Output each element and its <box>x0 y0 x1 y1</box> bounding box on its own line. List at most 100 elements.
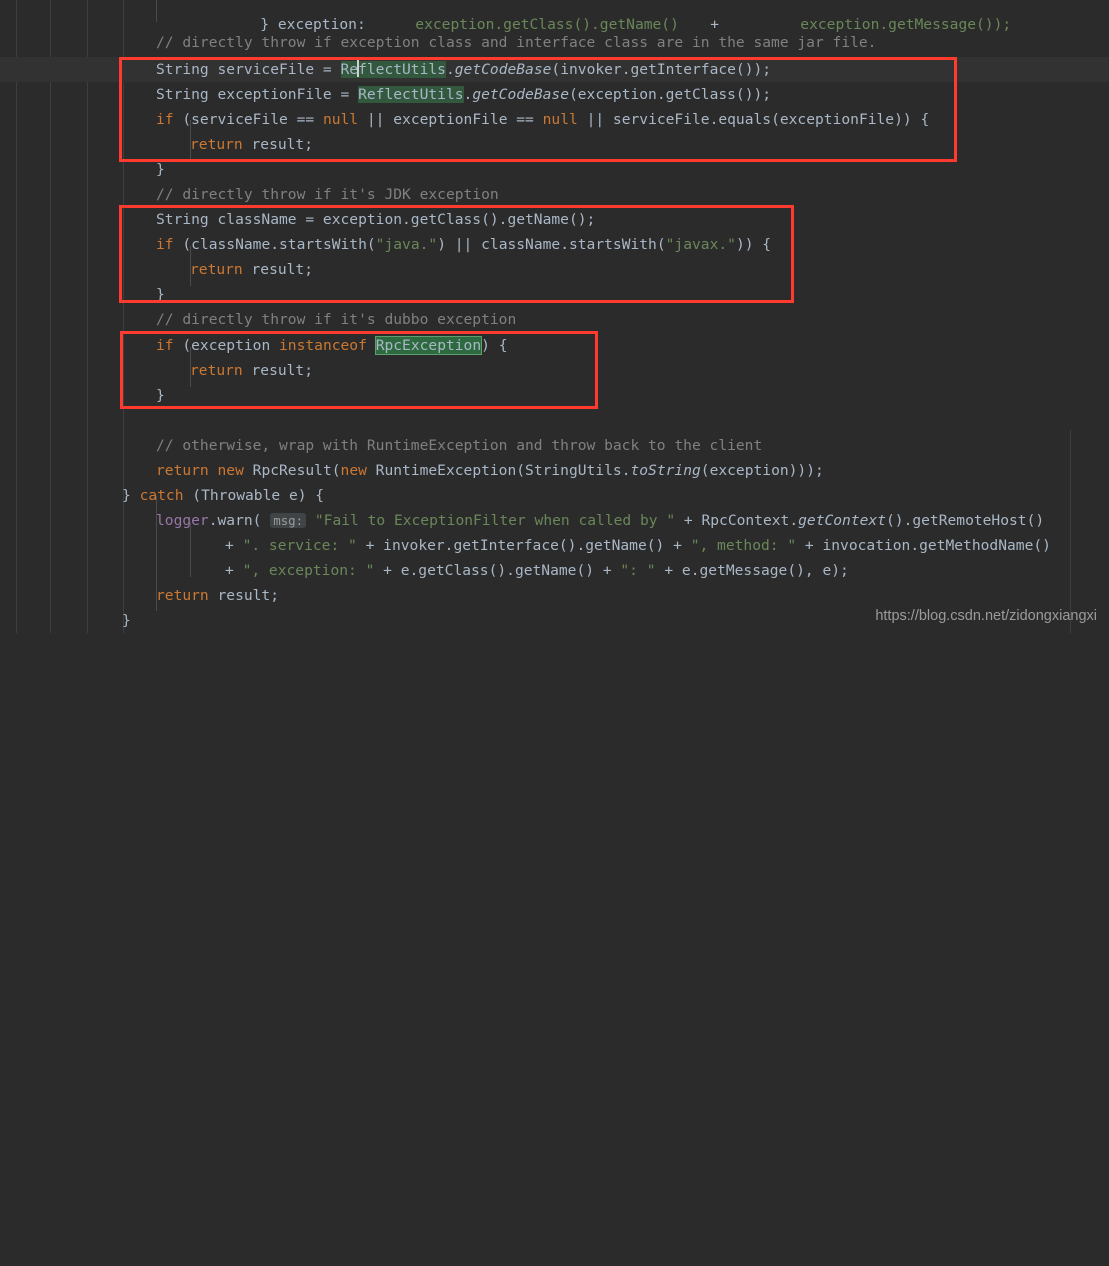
keyword-token: catch <box>139 487 184 504</box>
code-token: getCodeBase <box>454 61 552 78</box>
code-line[interactable]: } catch (Throwable e) { <box>0 484 1109 509</box>
code-token: + <box>225 537 243 554</box>
comment-token: // directly throw if it's dubbo exceptio… <box>156 311 517 328</box>
string-token: ", method: " <box>690 537 797 554</box>
code-token: (serviceFile == <box>173 111 323 128</box>
watermark-url: https://blog.csdn.net/zidongxiangxi <box>875 608 1097 624</box>
code-line[interactable]: // directly throw if exception class and… <box>0 31 1109 56</box>
code-token: result; <box>242 362 314 379</box>
string-token: "Fail to ExceptionFilter when called by … <box>314 512 676 529</box>
code-token: RpcResult( <box>243 462 341 479</box>
code-token: } <box>156 387 165 404</box>
code-editor-screenshot: } exception: exception.getClass().getNam… <box>0 0 1109 633</box>
code-line[interactable]: return result; <box>0 258 1109 283</box>
indent-guide <box>190 347 191 387</box>
string-token: ", exception: " <box>242 562 375 579</box>
string-token: ". service: " <box>242 537 357 554</box>
keyword-token: return <box>190 261 243 278</box>
code-line[interactable]: if (serviceFile == null || exceptionFile… <box>0 108 1109 133</box>
code-line[interactable]: String className = exception.getClass().… <box>0 208 1109 233</box>
code-token: .warn( <box>208 512 271 529</box>
code-line[interactable]: String serviceFile = ReflectUtils.getCod… <box>0 58 1109 83</box>
occurrence-highlight: ReflectUtils <box>358 86 464 103</box>
keyword-token: return <box>156 462 209 479</box>
code-token: (invoker.getInterface()); <box>551 61 772 78</box>
comment-token: // directly throw if it's JDK exception <box>156 186 499 203</box>
string-token: "javax." <box>665 236 736 253</box>
code-token: result; <box>208 587 280 604</box>
code-line[interactable]: } exception: exception.getClass().getNam… <box>0 0 1109 33</box>
code-line[interactable]: return result; <box>0 133 1109 158</box>
code-token: . <box>445 61 455 78</box>
keyword-token: if <box>156 236 174 253</box>
code-token: Re <box>340 61 359 78</box>
code-line[interactable]: return new RpcResult(new RuntimeExceptio… <box>0 459 1109 484</box>
keyword-token: return <box>190 136 243 153</box>
code-token: } <box>156 286 165 303</box>
code-line[interactable]: // directly throw if it's JDK exception <box>0 183 1109 208</box>
code-token: + invoker.getInterface().getName() + <box>356 537 691 554</box>
keyword-token: if <box>156 337 174 354</box>
parameter-hint-badge: msg: <box>270 513 307 528</box>
code-token: result; <box>242 136 314 153</box>
code-line[interactable]: + ", exception: " + e.getClass().getName… <box>0 559 1109 584</box>
code-line[interactable]: } <box>0 158 1109 183</box>
code-token: . <box>463 86 473 103</box>
keyword-token: new <box>340 462 367 479</box>
code-line[interactable]: + ". service: " + invoker.getInterface()… <box>0 534 1109 559</box>
keyword-token: instanceof <box>279 337 367 354</box>
code-token: + RpcContext. <box>675 512 799 529</box>
keyword-token: return <box>190 362 243 379</box>
code-line[interactable]: logger.warn( msg: "Fail to ExceptionFilt… <box>0 509 1109 534</box>
code-token: } <box>122 612 131 629</box>
code-token: toString <box>630 462 701 479</box>
code-line[interactable]: } <box>0 384 1109 409</box>
code-token: + e.getClass().getName() + <box>374 562 621 579</box>
code-line[interactable]: } <box>0 283 1109 308</box>
code-line[interactable]: return result; <box>0 359 1109 384</box>
code-content[interactable]: } exception: exception.getClass().getNam… <box>0 0 1109 633</box>
keyword-token: null <box>542 111 578 128</box>
code-line[interactable]: // directly throw if it's dubbo exceptio… <box>0 308 1109 333</box>
comment-token: // otherwise, wrap with RuntimeException… <box>156 437 763 454</box>
code-token: + <box>225 562 243 579</box>
code-token: ().getRemoteHost() <box>886 512 1045 529</box>
field-token: logger <box>156 512 209 529</box>
code-token: result; <box>242 261 314 278</box>
indent-guide <box>190 246 191 286</box>
string-token: ": " <box>620 562 656 579</box>
code-line[interactable]: return result; <box>0 584 1109 609</box>
selection-highlight: RpcException <box>374 336 483 355</box>
code-token: (className.startsWith( <box>173 236 376 253</box>
keyword-token: null <box>322 111 359 128</box>
code-token: String exceptionFile = <box>156 86 359 103</box>
code-token: RuntimeException(StringUtils. <box>366 462 631 479</box>
code-token: ) { <box>481 337 508 354</box>
code-token: flectUtils <box>358 61 446 78</box>
code-token: || exceptionFile == <box>358 111 543 128</box>
occurrence-highlight: ReflectUtils <box>340 60 446 78</box>
code-token: String serviceFile = <box>156 61 341 78</box>
code-token: getCodeBase <box>472 86 569 103</box>
code-token: (exception))); <box>700 462 824 479</box>
keyword-token: new <box>217 462 244 479</box>
string-token: "java." <box>375 236 438 253</box>
code-line[interactable]: String exceptionFile = ReflectUtils.getC… <box>0 83 1109 108</box>
code-token: (Throwable e) { <box>183 487 325 504</box>
code-token: )) { <box>735 236 772 253</box>
code-token: + e.getMessage(), e); <box>655 562 849 579</box>
code-token: } <box>122 487 140 504</box>
code-token: || serviceFile.equals(exceptionFile)) { <box>577 111 930 128</box>
comment-token: // directly throw if exception class and… <box>156 34 877 51</box>
code-line[interactable]: if (exception instanceof RpcException) { <box>0 334 1109 359</box>
code-line[interactable]: // otherwise, wrap with RuntimeException… <box>0 434 1109 459</box>
code-token: (exception.getClass()); <box>568 86 772 103</box>
code-token: } <box>156 161 165 178</box>
code-token: getContext <box>798 512 886 529</box>
code-token: String className = exception.getClass().… <box>156 211 596 228</box>
code-line[interactable]: if (className.startsWith("java.") || cla… <box>0 233 1109 258</box>
code-token: ) || className.startsWith( <box>437 236 666 253</box>
indent-guide <box>190 120 191 160</box>
indent-guide <box>156 496 157 611</box>
